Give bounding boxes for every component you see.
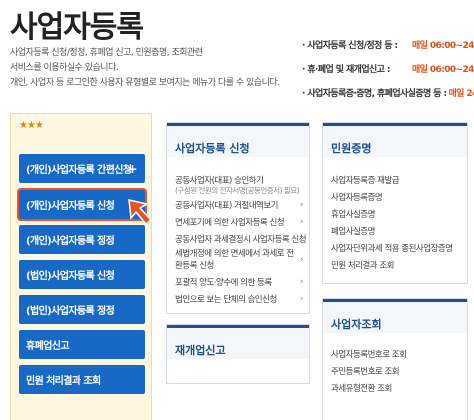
unit-taxation-proof-link[interactable]: 사업자단위과세 적용 종된사업장증명 xyxy=(323,239,467,256)
chevron-right-icon: › xyxy=(299,276,304,287)
corporate-group-approval-link[interactable]: 법인으로 보는 단체의 승인신청 › xyxy=(167,290,309,307)
lookup-by-business-number-link[interactable]: 사업자등록번호로 조회 xyxy=(323,345,467,362)
registration-title: 사업자등록 신청 xyxy=(167,123,309,157)
service-hours: · 사업자등록 신청/정정 등 : 매일 06:00~24:00 · 휴·폐업 … xyxy=(302,32,474,104)
suspension-proof-link[interactable]: 휴업사실증명 xyxy=(323,205,467,222)
menu-label: (법인)사업자등록 정정 xyxy=(26,306,115,317)
hours-row-closure: · 휴·폐업 및 재개업신고 : 매일 06:00~24:00 xyxy=(302,56,474,80)
menu-individual-correct-button[interactable]: (개인)사업자등록 정정 xyxy=(19,225,145,254)
link-label: 폐업사실증명 xyxy=(331,226,375,237)
description-line-3: 개인, 사업자 등 로그인한 사용자 유형별로 보여지는 메뉴가 다를 수 있습… xyxy=(10,78,280,88)
link-label: 사업자등록증 재발급 xyxy=(331,175,400,186)
registration-column: 사업자등록 신청 공동사업자(대표) 승인하기 (구성원 전원의 전자서명(공동… xyxy=(166,122,310,384)
co-business-reject-history-link[interactable]: 공동사업자(대표) 거절내역보기 › xyxy=(167,196,309,213)
reopen-box: 재개업신고 xyxy=(166,324,310,384)
menu-label: (개인)사업자등록 신청 xyxy=(26,201,115,212)
star-icon: ★★★ xyxy=(19,120,44,131)
tax-type-change-lookup-link[interactable]: 과세유형전환 조회 xyxy=(323,379,467,396)
link-label: 면세포기에 의한 사업자등록 신청 xyxy=(175,217,285,228)
menu-individual-simple-apply-button[interactable]: (개인)사업자등록 간편신청 + xyxy=(19,154,145,183)
description-line-2: 서비스를 이용하실수 있습니다. xyxy=(10,63,119,73)
pointer-arrow-icon xyxy=(128,199,153,226)
tax-exempt-waiver-link[interactable]: 면세포기에 의한 사업자등록 신청 › xyxy=(167,213,309,230)
link-label: 공동사업자 과세결정시 사업자등록 신청 xyxy=(175,234,307,245)
co-business-tax-decision-link[interactable]: 공동사업자 과세결정시 사업자등록 신청 › xyxy=(167,230,309,247)
quick-menu-panel: ★★★ (개인)사업자등록 간편신청 + (개인)사업자등록 신청 (개인)사업… xyxy=(10,113,152,420)
link-label: 사업자등록증명 xyxy=(331,192,383,203)
page-description: 사업자등록 신청/정정, 휴폐업 신고, 민원증명, 조회관련 서비스를 이용하… xyxy=(10,46,280,91)
reopen-title: 재개업신고 xyxy=(167,325,309,359)
link-label: 법인으로 보는 단체의 승인신청 xyxy=(175,294,277,305)
chevron-right-icon: › xyxy=(299,199,304,210)
hours-time: 매일 24시간 xyxy=(448,88,474,99)
chevron-right-icon: › xyxy=(299,216,304,227)
menu-result-inquiry-button[interactable]: 민원 처리결과 조회 xyxy=(19,365,145,394)
hours-row-certificate: · 사업자등록증·증명, 휴폐업사실증명 등 : 매일 24시간 xyxy=(302,80,474,104)
comprehensive-transfer-link[interactable]: 포괄적 양도·양수에 의한 등록 › xyxy=(167,273,309,290)
hours-time: 매일 06:00~24:00 xyxy=(412,40,474,51)
certificate-title: 민원증명 xyxy=(323,123,467,157)
hours-row-registration: · 사업자등록 신청/정정 등 : 매일 06:00~24:00 xyxy=(302,32,474,56)
link-label: 사업자단위과세 적용 종된사업장증명 xyxy=(331,243,453,254)
menu-label: (개인)사업자등록 간편신청 xyxy=(26,165,132,176)
link-label: 휴업사실증명 xyxy=(331,209,375,220)
lookup-by-resident-number-link[interactable]: 주민등록번호로 조회 xyxy=(323,362,467,379)
closure-proof-link[interactable]: 폐업사실증명 xyxy=(323,222,467,239)
menu-corporate-correct-button[interactable]: (법인)사업자등록 정정 xyxy=(19,295,145,324)
certificate-result-inquiry-link[interactable]: 민원 처리결과 조회 xyxy=(323,256,467,273)
certificate-box: 민원증명 사업자등록증 재발급 사업자등록증명 휴업사실증명 폐업사실증명 사업… xyxy=(322,122,468,284)
registration-proof-link[interactable]: 사업자등록증명 xyxy=(323,188,467,205)
registration-box: 사업자등록 신청 공동사업자(대표) 승인하기 (구성원 전원의 전자서명(공동… xyxy=(166,122,310,314)
menu-label: 민원 처리결과 조회 xyxy=(26,376,101,387)
link-label: 세법개정에 의한 면세에서 과세로 전환등록 신청 xyxy=(175,249,294,271)
co-business-approve-note: (구성원 전원의 전자서명(공동인증서) 필요) xyxy=(167,184,309,196)
chevron-right-icon: › xyxy=(299,293,304,304)
certificate-column: 민원증명 사업자등록증 재발급 사업자등록증명 휴업사실증명 폐업사실증명 사업… xyxy=(322,122,468,420)
chevron-right-icon: › xyxy=(299,255,304,265)
hours-label: · 휴·폐업 및 재개업신고 : xyxy=(302,64,391,75)
hours-time: 매일 06:00~24:00 xyxy=(412,64,474,75)
menu-closure-report-button[interactable]: 휴폐업신고 xyxy=(19,330,145,359)
tax-law-change-link[interactable]: 세법개정에 의한 면세에서 과세로 전환등록 신청 › xyxy=(167,247,309,273)
link-label: 과세유형전환 조회 xyxy=(331,383,392,394)
business-lookup-title: 사업자조회 xyxy=(323,299,467,333)
link-label: 포괄적 양도·양수에 의한 등록 xyxy=(175,277,272,288)
note-text: (구성원 전원의 전자서명(공동인증서) 필요) xyxy=(175,185,300,195)
menu-label: 휴폐업신고 xyxy=(26,341,70,352)
chevron-right-icon: › xyxy=(299,233,304,244)
business-lookup-box: 사업자조회 사업자등록번호로 조회 주민등록번호로 조회 과세유형전환 조회 xyxy=(322,298,468,420)
link-label: 민원 처리결과 조회 xyxy=(331,260,394,271)
link-label: 주민등록번호로 조회 xyxy=(331,366,400,377)
link-label: 공동사업자(대표) 거절내역보기 xyxy=(175,200,279,211)
menu-corporate-apply-button[interactable]: (법인)사업자등록 신청 xyxy=(19,260,145,289)
description-line-1: 사업자등록 신청/정정, 휴폐업 신고, 민원증명, 조회관련 xyxy=(10,48,203,58)
menu-label: (법인)사업자등록 신청 xyxy=(26,271,115,282)
hours-label: · 사업자등록 신청/정정 등 : xyxy=(302,40,398,51)
link-label: 사업자등록번호로 조회 xyxy=(331,349,407,360)
hours-label: · 사업자등록증·증명, 휴폐업사실증명 등 : xyxy=(302,88,447,99)
page-title: 사업자등록 xyxy=(10,10,144,45)
menu-label: (개인)사업자등록 정정 xyxy=(26,236,115,247)
reissue-certificate-link[interactable]: 사업자등록증 재발급 xyxy=(323,171,467,188)
plus-icon: + xyxy=(127,161,138,176)
